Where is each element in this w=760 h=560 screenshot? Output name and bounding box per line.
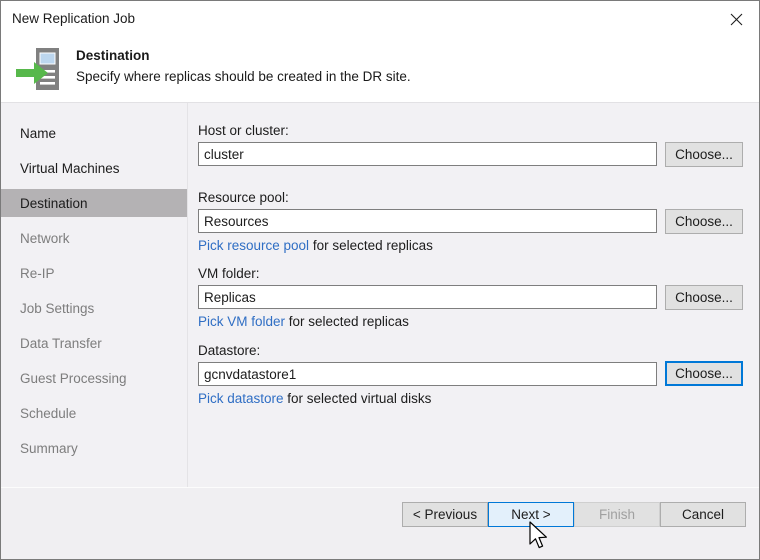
sidebar-item-label: Re-IP bbox=[20, 266, 55, 281]
sidebar-item-label: Schedule bbox=[20, 406, 76, 421]
sidebar-item-label: Virtual Machines bbox=[20, 161, 120, 176]
vm-folder-input[interactable] bbox=[198, 285, 657, 309]
sidebar-item-label: Guest Processing bbox=[20, 371, 127, 386]
pick-vm-folder-link[interactable]: Pick VM folder bbox=[198, 314, 285, 329]
resource-pool-choose-button[interactable]: Choose... bbox=[665, 209, 743, 234]
sidebar-item-label: Job Settings bbox=[20, 301, 94, 316]
host-label: Host or cluster: bbox=[198, 123, 289, 138]
sidebar-item-guest-processing[interactable]: Guest Processing bbox=[1, 364, 187, 392]
sidebar-item-schedule[interactable]: Schedule bbox=[1, 399, 187, 427]
pick-datastore-link[interactable]: Pick datastore bbox=[198, 391, 284, 406]
sidebar-item-label: Destination bbox=[20, 196, 88, 211]
vm-folder-choose-button[interactable]: Choose... bbox=[665, 285, 743, 310]
dialog-body: Name Virtual Machines Destination Networ… bbox=[1, 103, 759, 487]
sidebar-item-name[interactable]: Name bbox=[1, 119, 187, 147]
datastore-input[interactable] bbox=[198, 362, 657, 386]
resource-pool-input[interactable] bbox=[198, 209, 657, 233]
wizard-step-list: Name Virtual Machines Destination Networ… bbox=[1, 103, 187, 487]
finish-button: Finish bbox=[574, 502, 660, 527]
title-bar: New Replication Job bbox=[1, 1, 759, 38]
sidebar-item-data-transfer[interactable]: Data Transfer bbox=[1, 329, 187, 357]
sidebar-item-network[interactable]: Network bbox=[1, 224, 187, 252]
page-subtitle: Specify where replicas should be created… bbox=[76, 69, 411, 84]
sidebar-item-virtual-machines[interactable]: Virtual Machines bbox=[1, 154, 187, 182]
new-replication-job-dialog: New Replication Job bbox=[0, 0, 760, 560]
next-button[interactable]: Next > bbox=[488, 502, 574, 527]
previous-button[interactable]: < Previous bbox=[402, 502, 488, 527]
sidebar-item-label: Summary bbox=[20, 441, 78, 456]
resource-pool-label: Resource pool: bbox=[198, 190, 289, 205]
pick-resource-pool-link[interactable]: Pick resource pool bbox=[198, 238, 309, 253]
sidebar-item-job-settings[interactable]: Job Settings bbox=[1, 294, 187, 322]
sidebar-item-label: Name bbox=[20, 126, 56, 141]
sidebar-item-summary[interactable]: Summary bbox=[1, 434, 187, 462]
sidebar-item-label: Network bbox=[20, 231, 70, 246]
cancel-button[interactable]: Cancel bbox=[660, 502, 746, 527]
sidebar-item-re-ip[interactable]: Re-IP bbox=[1, 259, 187, 287]
sidebar-item-destination[interactable]: Destination bbox=[1, 189, 187, 217]
vm-folder-hint-rest: for selected replicas bbox=[285, 314, 409, 329]
page-title: Destination bbox=[76, 48, 150, 63]
window-title: New Replication Job bbox=[12, 11, 135, 26]
sidebar-item-label: Data Transfer bbox=[20, 336, 102, 351]
host-choose-button[interactable]: Choose... bbox=[665, 142, 743, 167]
replication-destination-icon bbox=[14, 45, 66, 93]
resource-pool-hint-rest: for selected replicas bbox=[309, 238, 433, 253]
resource-pool-hint: Pick resource pool for selected replicas bbox=[198, 238, 433, 253]
destination-form: Host or cluster: Choose... Resource pool… bbox=[188, 103, 759, 487]
close-icon bbox=[730, 13, 743, 26]
datastore-hint: Pick datastore for selected virtual disk… bbox=[198, 391, 431, 406]
datastore-choose-button[interactable]: Choose... bbox=[665, 361, 743, 386]
datastore-label: Datastore: bbox=[198, 343, 260, 358]
vm-folder-label: VM folder: bbox=[198, 266, 260, 281]
host-input[interactable] bbox=[198, 142, 657, 166]
datastore-hint-rest: for selected virtual disks bbox=[284, 391, 432, 406]
dialog-footer: < Previous Next > Finish Cancel bbox=[1, 488, 759, 559]
dialog-header: Destination Specify where replicas shoul… bbox=[1, 38, 759, 103]
vm-folder-hint: Pick VM folder for selected replicas bbox=[198, 314, 409, 329]
close-button[interactable] bbox=[714, 1, 759, 37]
